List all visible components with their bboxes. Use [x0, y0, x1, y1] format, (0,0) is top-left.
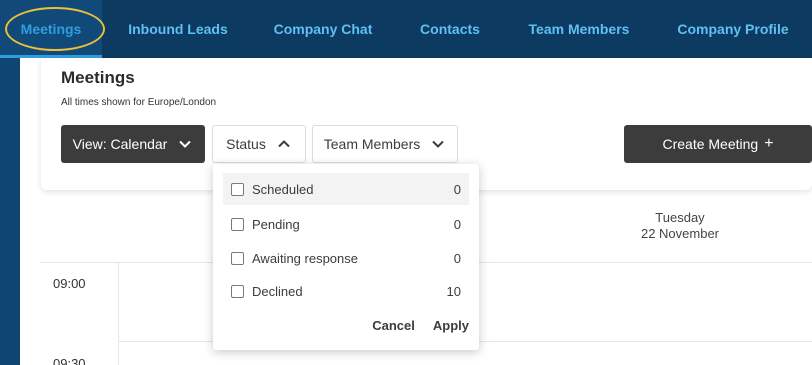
status-option-label: Declined — [252, 283, 303, 299]
create-meeting-label: Create Meeting — [662, 136, 759, 152]
checkbox[interactable] — [231, 182, 244, 196]
time-slot-label: 09:30 — [53, 356, 86, 365]
status-option-label: Awaiting response — [252, 250, 358, 266]
tab-contacts[interactable]: Contacts — [406, 0, 494, 58]
day-date: 22 November — [640, 226, 720, 241]
create-meeting-button[interactable]: Create Meeting + — [624, 125, 812, 163]
view-calendar-button[interactable]: View: Calendar — [61, 125, 205, 163]
tab-inbound-leads[interactable]: Inbound Leads — [117, 0, 239, 58]
chevron-up-icon — [276, 136, 292, 152]
status-option-declined[interactable]: Declined 10 — [223, 275, 469, 307]
checkbox[interactable] — [231, 251, 244, 265]
tab-company-chat[interactable]: Company Chat — [258, 0, 388, 58]
page-title: Meetings — [61, 68, 135, 87]
timezone-note: All times shown for Europe/London — [61, 97, 217, 108]
checkbox[interactable] — [231, 284, 244, 298]
view-calendar-label: View: Calendar — [72, 136, 168, 152]
status-dropdown-actions: Cancel Apply — [372, 318, 469, 333]
tab-company-profile[interactable]: Company Profile — [663, 0, 803, 58]
tab-team-members[interactable]: Team Members — [513, 0, 645, 58]
cancel-button[interactable]: Cancel — [372, 318, 415, 333]
top-navigation: Meetings Inbound Leads Company Chat Cont… — [0, 0, 812, 58]
team-members-filter-button[interactable]: Team Members — [312, 125, 458, 163]
status-option-count: 0 — [453, 250, 461, 266]
status-option-pending[interactable]: Pending 0 — [223, 208, 469, 240]
status-option-label: Pending — [252, 216, 300, 232]
status-dropdown-menu: Scheduled 0 Pending 0 Awaiting response … — [213, 164, 479, 350]
checkbox[interactable] — [231, 217, 244, 231]
chevron-down-icon — [430, 136, 446, 152]
status-option-count: 10 — [446, 283, 461, 299]
calendar-day-header: Tuesday 22 November — [500, 210, 812, 242]
status-option-scheduled[interactable]: Scheduled 0 — [223, 173, 469, 205]
status-filter-label: Status — [226, 136, 266, 152]
time-slot-label: 09:00 — [53, 276, 86, 291]
apply-button[interactable]: Apply — [433, 318, 469, 333]
day-name: Tuesday — [655, 210, 705, 225]
plus-icon: + — [764, 135, 774, 152]
status-option-count: 0 — [453, 216, 461, 232]
chevron-down-icon — [177, 136, 193, 152]
status-option-awaiting-response[interactable]: Awaiting response 0 — [223, 242, 469, 274]
tab-meetings[interactable]: Meetings — [0, 0, 102, 58]
status-option-label: Scheduled — [252, 181, 314, 197]
status-filter-button[interactable]: Status — [212, 125, 306, 163]
time-column-divider — [118, 262, 119, 365]
team-members-filter-label: Team Members — [323, 136, 421, 152]
status-option-count: 0 — [453, 181, 461, 197]
